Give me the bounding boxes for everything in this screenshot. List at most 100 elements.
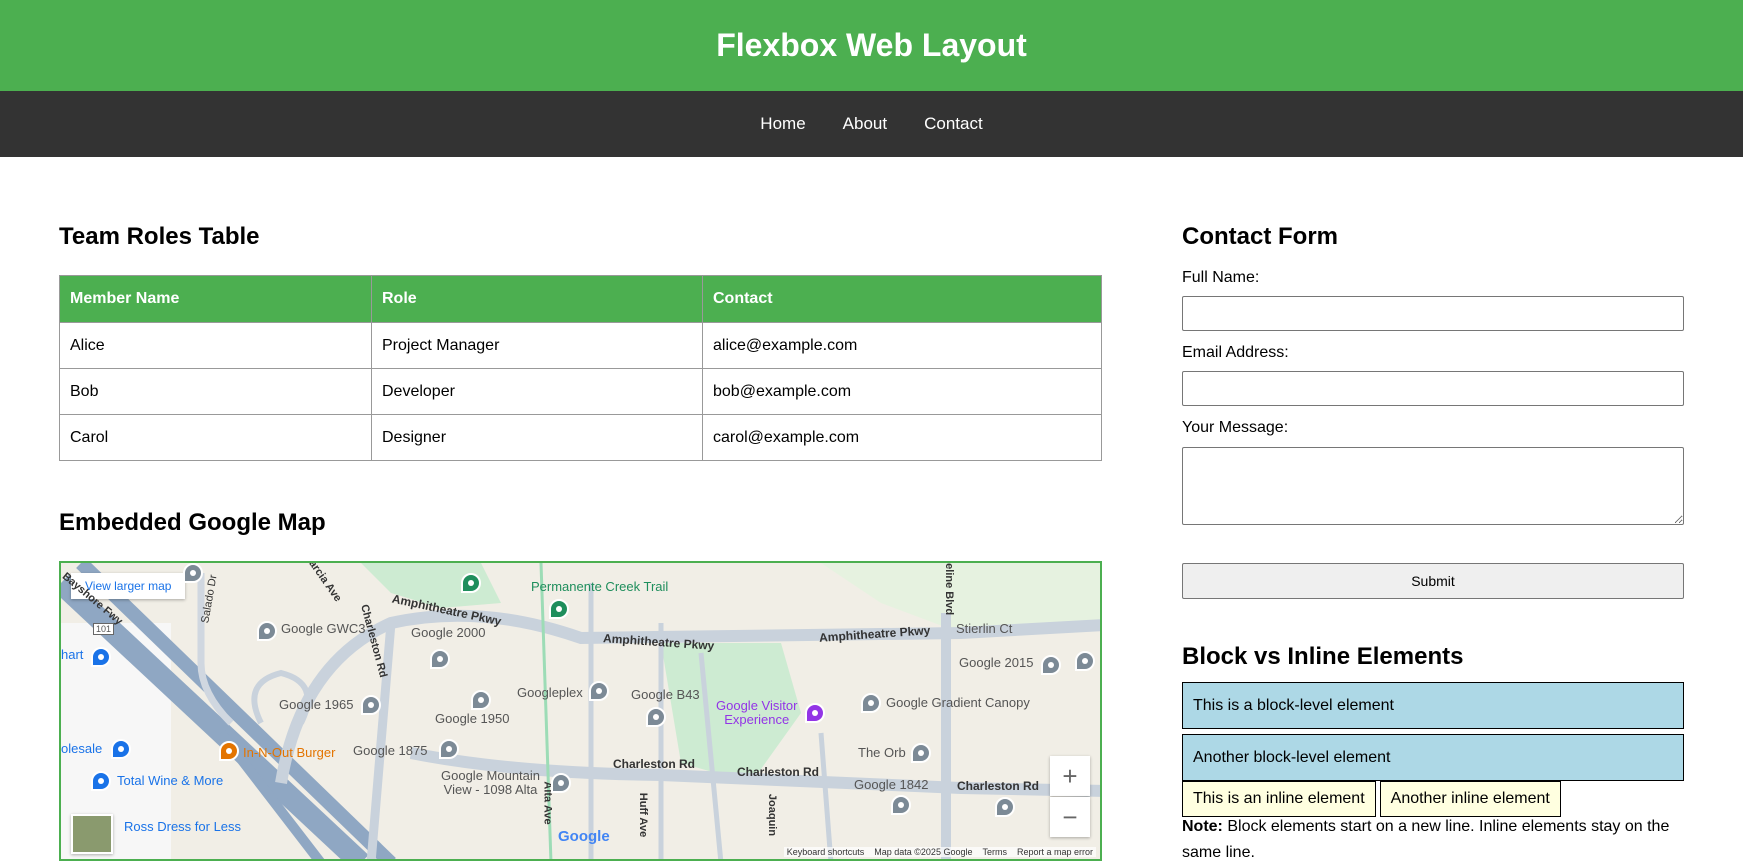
- place-pin[interactable]: [589, 681, 609, 701]
- place-pin[interactable]: [646, 707, 666, 727]
- map-label: Permanente Creek Trail: [531, 579, 669, 594]
- team-table-heading: Team Roles Table: [59, 223, 260, 250]
- place-pin[interactable]: [257, 621, 277, 641]
- place-pin[interactable]: [861, 693, 881, 713]
- table-header-row: Member Name Role Contact: [59, 275, 1102, 323]
- keyboard-shortcuts-link[interactable]: Keyboard shortcuts: [787, 847, 865, 857]
- place-pin[interactable]: [549, 599, 569, 619]
- message-label: Your Message:: [1182, 419, 1289, 436]
- inline-element-2: Another inline element: [1379, 781, 1561, 817]
- place-pin[interactable]: [461, 573, 481, 593]
- place-pin[interactable]: [439, 739, 459, 759]
- place-pin[interactable]: [805, 703, 825, 723]
- table-cell: Carol: [59, 414, 372, 461]
- column-header: Role: [371, 275, 703, 323]
- report-map-error-link[interactable]: Report a map error: [1017, 847, 1093, 857]
- inline-element-1: This is an inline element: [1182, 781, 1376, 817]
- contact-form-heading: Contact Form: [1182, 223, 1338, 250]
- map-label: Googleplex: [517, 685, 583, 700]
- table-cell: Bob: [59, 368, 372, 415]
- column-header: Member Name: [59, 275, 372, 323]
- highway-shield: 101: [93, 623, 115, 635]
- map-label: The Orb: [858, 745, 906, 760]
- table-cell: Project Manager: [371, 322, 703, 369]
- block-element-1: This is a block-level element: [1182, 682, 1684, 729]
- place-pin[interactable]: [1075, 651, 1095, 671]
- table-cell: alice@example.com: [702, 322, 1102, 369]
- place-pin[interactable]: [891, 795, 911, 815]
- map-label: Google Visitor Experience: [716, 698, 798, 727]
- map-label: Ross Dress for Less: [124, 819, 242, 834]
- email-label: Email Address:: [1182, 344, 1289, 361]
- full-name-label: Full Name:: [1182, 269, 1260, 286]
- note-paragraph: Note: Block elements start on a new line…: [1182, 814, 1684, 866]
- map-label: reline Blvd: [943, 561, 956, 616]
- map-label: Stierlin Ct: [956, 621, 1013, 636]
- map-label: Google Mountain View - 1098 Alta: [441, 768, 541, 797]
- team-table: Member Name Role Contact Alice Project M…: [59, 275, 1102, 461]
- place-pin[interactable]: [219, 741, 239, 761]
- map-label: Google 1842: [854, 777, 929, 792]
- terms-link[interactable]: Terms: [982, 847, 1007, 857]
- embedded-map[interactable]: View larger map Permanente Creek Trail A…: [59, 561, 1102, 861]
- table-cell: carol@example.com: [702, 414, 1102, 461]
- map-label: In-N-Out Burger: [243, 745, 336, 760]
- map-label: Google Gradient Canopy: [886, 695, 1030, 710]
- place-pin[interactable]: [430, 649, 450, 669]
- place-pin[interactable]: [91, 647, 111, 667]
- nav-link-about[interactable]: About: [843, 114, 887, 134]
- table-cell: Designer: [371, 414, 703, 461]
- map-label: Charleston Rd: [737, 765, 820, 779]
- map-label: Google B43: [631, 687, 700, 702]
- nav-link-home[interactable]: Home: [760, 114, 805, 134]
- table-row: Carol Designer carol@example.com: [59, 414, 1102, 461]
- message-textarea[interactable]: [1182, 447, 1684, 525]
- place-pin[interactable]: [551, 773, 571, 793]
- table-cell: bob@example.com: [702, 368, 1102, 415]
- map-label: olesale: [61, 741, 103, 756]
- note-text: Block elements start on a new line. Inli…: [1182, 818, 1670, 861]
- table-row: Alice Project Manager alice@example.com: [59, 322, 1102, 369]
- map-label: Charleston Rd: [957, 779, 1040, 793]
- place-pin[interactable]: [91, 771, 111, 791]
- map-label: Google 1950: [435, 711, 510, 726]
- map-label: Huff Ave: [637, 792, 650, 838]
- map-label: Google 2015: [959, 655, 1034, 670]
- place-pin[interactable]: [1041, 655, 1061, 675]
- zoom-in-button[interactable]: +: [1050, 756, 1090, 796]
- place-pin[interactable]: [911, 743, 931, 763]
- site-header: Flexbox Web Layout: [0, 0, 1743, 91]
- block-inline-heading: Block vs Inline Elements: [1182, 643, 1464, 670]
- street-view-thumbnail[interactable]: [71, 814, 113, 854]
- map-label: Google 2000: [411, 625, 486, 640]
- map-label: Google 1875: [353, 743, 428, 758]
- map-label: Joaquin: [766, 793, 779, 837]
- page-title: Flexbox Web Layout: [716, 27, 1027, 63]
- map-label: Google GWC3: [281, 621, 366, 636]
- place-pin[interactable]: [183, 563, 203, 583]
- map-label: Google 1965: [279, 697, 354, 712]
- nav-link-contact[interactable]: Contact: [924, 114, 983, 134]
- full-name-input[interactable]: [1182, 296, 1684, 331]
- table-cell: Alice: [59, 322, 372, 369]
- email-input[interactable]: [1182, 371, 1684, 406]
- map-heading: Embedded Google Map: [59, 509, 326, 536]
- column-header: Contact: [702, 275, 1102, 323]
- inline-elements: This is an inline element Another inline…: [1182, 781, 1561, 817]
- table-cell: Developer: [371, 368, 703, 415]
- map-label: Total Wine & More: [117, 773, 224, 788]
- table-row: Bob Developer bob@example.com: [59, 368, 1102, 415]
- place-pin[interactable]: [471, 690, 491, 710]
- google-logo: Google: [558, 828, 610, 845]
- place-pin[interactable]: [361, 695, 381, 715]
- place-pin[interactable]: [995, 797, 1015, 817]
- map-data-attribution: Map data ©2025 Google: [874, 847, 973, 857]
- submit-button[interactable]: Submit: [1182, 563, 1684, 599]
- note-label: Note:: [1182, 818, 1223, 835]
- block-element-2: Another block-level element: [1182, 734, 1684, 781]
- place-pin[interactable]: [111, 739, 131, 759]
- zoom-out-button[interactable]: −: [1050, 797, 1090, 837]
- main-nav: Home About Contact: [0, 91, 1743, 157]
- map-footer: Keyboard shortcuts Map data ©2025 Google…: [783, 847, 1096, 857]
- map-label: hart: [61, 647, 84, 662]
